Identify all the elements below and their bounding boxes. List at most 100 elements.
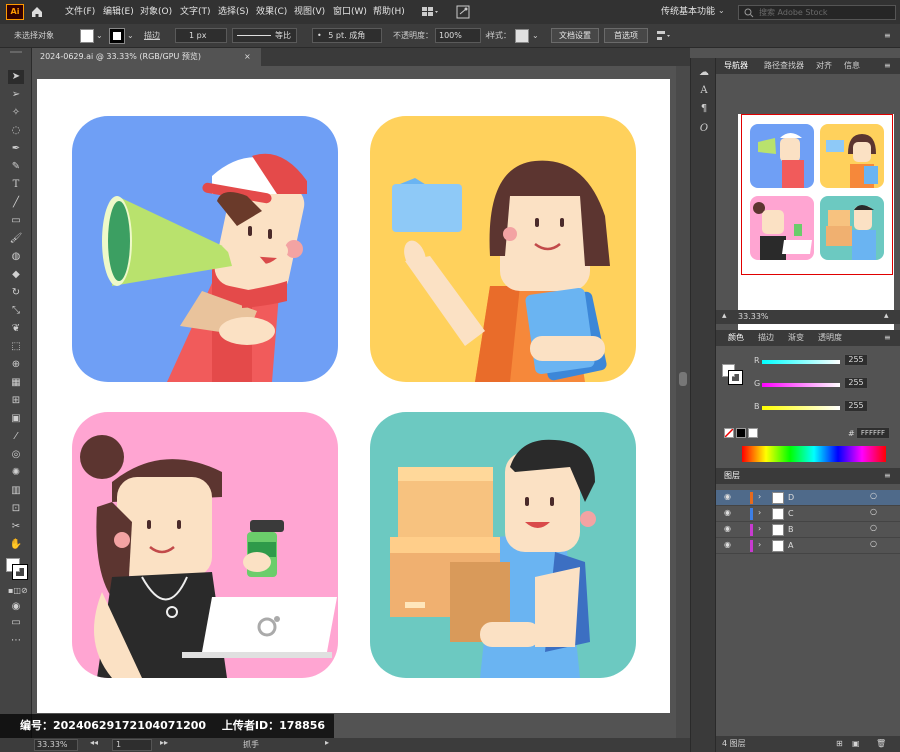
artboard-prev-icon[interactable]: ◂◂ <box>90 738 98 747</box>
stock-search-input[interactable]: 搜索 Adobe Stock <box>738 5 896 20</box>
menu-effect[interactable]: 效果(C) <box>256 0 287 24</box>
menu-select[interactable]: 选择(S) <box>218 0 249 24</box>
navigator-view-box[interactable] <box>741 114 893 275</box>
document-setup-button[interactable]: 文档设置 <box>551 28 599 43</box>
draw-mode-icon[interactable]: ◉ <box>8 600 24 614</box>
vertical-scrollbar[interactable] <box>676 66 690 738</box>
new-sublayer-icon[interactable]: ▣ <box>852 736 860 752</box>
rectangle-tool-icon[interactable]: ▭ <box>8 214 24 228</box>
zoom-out-icon[interactable]: ▴ <box>722 311 727 321</box>
tab-color[interactable]: 颜色 <box>728 330 744 346</box>
red-slider[interactable] <box>762 360 840 364</box>
opacity-field[interactable]: 100% <box>435 28 481 43</box>
expand-arrow-icon[interactable]: › <box>758 508 761 517</box>
chevron-down-icon[interactable]: ⌄ <box>718 6 725 15</box>
pen-tool-icon[interactable]: ✒ <box>8 142 24 156</box>
mesh-tool-icon[interactable]: ⊞ <box>8 394 24 408</box>
eye-icon[interactable]: ◉ <box>724 492 731 501</box>
layer-row[interactable]: ◉ › A ○ <box>716 538 900 554</box>
target-circle-icon[interactable]: ○ <box>870 507 877 516</box>
hand-tool-icon[interactable]: ✋ <box>8 538 24 552</box>
expand-arrow-icon[interactable]: › <box>758 524 761 533</box>
tab-stroke[interactable]: 描边 <box>758 330 774 346</box>
blob-brush-tool-icon[interactable]: ◍ <box>8 250 24 264</box>
tab-transparency[interactable]: 透明度 <box>818 330 842 346</box>
menu-type[interactable]: 文字(T) <box>180 0 211 24</box>
layers-menu-icon[interactable]: ≡ <box>884 468 891 484</box>
black-swatch[interactable] <box>736 428 746 438</box>
artboard[interactable] <box>37 79 670 713</box>
new-layer-icon[interactable]: ⊞ <box>836 736 843 752</box>
illustration-tile-folder[interactable] <box>370 116 636 382</box>
symbol-sprayer-tool-icon[interactable]: ✺ <box>8 466 24 480</box>
menu-window[interactable]: 窗口(W) <box>333 0 367 24</box>
arrange-documents-icon[interactable] <box>421 6 439 18</box>
stroke-label[interactable]: 描边 <box>144 24 160 48</box>
layer-row[interactable]: ◉ › D ○ <box>716 490 900 506</box>
artboard-tool-icon[interactable]: ⊡ <box>8 502 24 516</box>
screen-mode-icon[interactable]: ▭ <box>8 616 24 630</box>
selection-tool-icon[interactable]: ➤ <box>8 70 24 84</box>
libraries-icon[interactable]: ☁ <box>696 66 712 80</box>
hex-value-field[interactable]: FFFFFF <box>856 427 890 439</box>
tab-layers[interactable]: 图层 <box>724 468 740 484</box>
scrollbar-thumb[interactable] <box>679 372 687 386</box>
stroke-color-box[interactable] <box>12 564 28 580</box>
eye-icon[interactable]: ◉ <box>724 508 731 517</box>
expand-arrow-icon[interactable]: › <box>758 540 761 549</box>
lasso-tool-icon[interactable]: ◌ <box>8 124 24 138</box>
tab-align[interactable]: 对齐 <box>816 58 832 74</box>
color-stroke-box[interactable] <box>728 370 743 385</box>
scale-tool-icon[interactable]: ⤡ <box>8 304 24 318</box>
menu-help[interactable]: 帮助(H) <box>373 0 405 24</box>
line-tool-icon[interactable]: ╱ <box>8 196 24 210</box>
direct-selection-tool-icon[interactable]: ➢ <box>8 88 24 102</box>
blue-slider[interactable] <box>762 406 840 410</box>
stroke-weight-field[interactable]: 1 px <box>175 28 227 43</box>
color-spectrum[interactable] <box>742 446 886 462</box>
blue-value-field[interactable]: 255 <box>844 400 868 412</box>
panel-menu-icon[interactable]: ≡ <box>884 58 891 74</box>
opentype-icon[interactable]: O <box>696 122 712 136</box>
gpu-performance-icon[interactable] <box>456 5 470 19</box>
illustration-tile-boxes[interactable] <box>370 412 636 678</box>
none-swatch[interactable] <box>724 428 734 438</box>
menu-file[interactable]: 文件(F) <box>65 0 95 24</box>
close-icon[interactable]: × <box>244 48 251 66</box>
target-circle-icon[interactable]: ○ <box>870 539 877 548</box>
eyedropper-tool-icon[interactable]: ⁄ <box>8 430 24 444</box>
document-tab[interactable]: 2024-0629.ai @ 33.33% (RGB/GPU 预览) × <box>32 48 262 66</box>
gradient-tool-icon[interactable]: ▣ <box>8 412 24 426</box>
preferences-button[interactable]: 首选项 <box>604 28 648 43</box>
eye-icon[interactable]: ◉ <box>724 524 731 533</box>
column-graph-tool-icon[interactable]: ▥ <box>8 484 24 498</box>
illustration-tile-megaphone[interactable] <box>72 116 338 382</box>
green-slider[interactable] <box>762 383 840 387</box>
blend-tool-icon[interactable]: ◎ <box>8 448 24 462</box>
color-fill-stroke-indicator[interactable] <box>722 364 744 386</box>
curvature-tool-icon[interactable]: ✎ <box>8 160 24 174</box>
free-transform-tool-icon[interactable]: ⬚ <box>8 340 24 354</box>
paintbrush-tool-icon[interactable]: 🖌 <box>8 232 24 246</box>
slice-tool-icon[interactable]: ✂ <box>8 520 24 534</box>
zoom-field[interactable]: 33.33% <box>34 739 78 751</box>
layer-row[interactable]: ◉ › B ○ <box>716 522 900 538</box>
stroke-profile-dropdown[interactable]: 等比 <box>232 28 297 43</box>
expand-arrow-icon[interactable]: › <box>758 492 761 501</box>
white-swatch[interactable] <box>748 428 758 438</box>
artboard-number-field[interactable]: 1 <box>112 739 152 751</box>
current-tool-status[interactable]: 抓手 <box>243 739 259 750</box>
fill-swatch[interactable] <box>80 29 94 43</box>
navigator-zoom-value[interactable]: 33.33% <box>738 312 769 321</box>
eye-icon[interactable]: ◉ <box>724 540 731 549</box>
stroke-dropdown-icon[interactable]: ⌄ <box>127 24 134 48</box>
status-arrow-icon[interactable]: ▸ <box>325 738 329 747</box>
red-value-field[interactable]: 255 <box>844 354 868 366</box>
zoom-in-icon[interactable]: ▴ <box>884 311 889 321</box>
type-tool-icon[interactable]: T <box>8 178 24 192</box>
home-icon[interactable] <box>30 5 44 19</box>
layer-row[interactable]: ◉ › C ○ <box>716 506 900 522</box>
align-options-icon[interactable] <box>655 29 671 43</box>
workspace-switcher[interactable]: 传统基本功能 <box>661 0 715 24</box>
tab-gradient[interactable]: 渐变 <box>788 330 804 346</box>
